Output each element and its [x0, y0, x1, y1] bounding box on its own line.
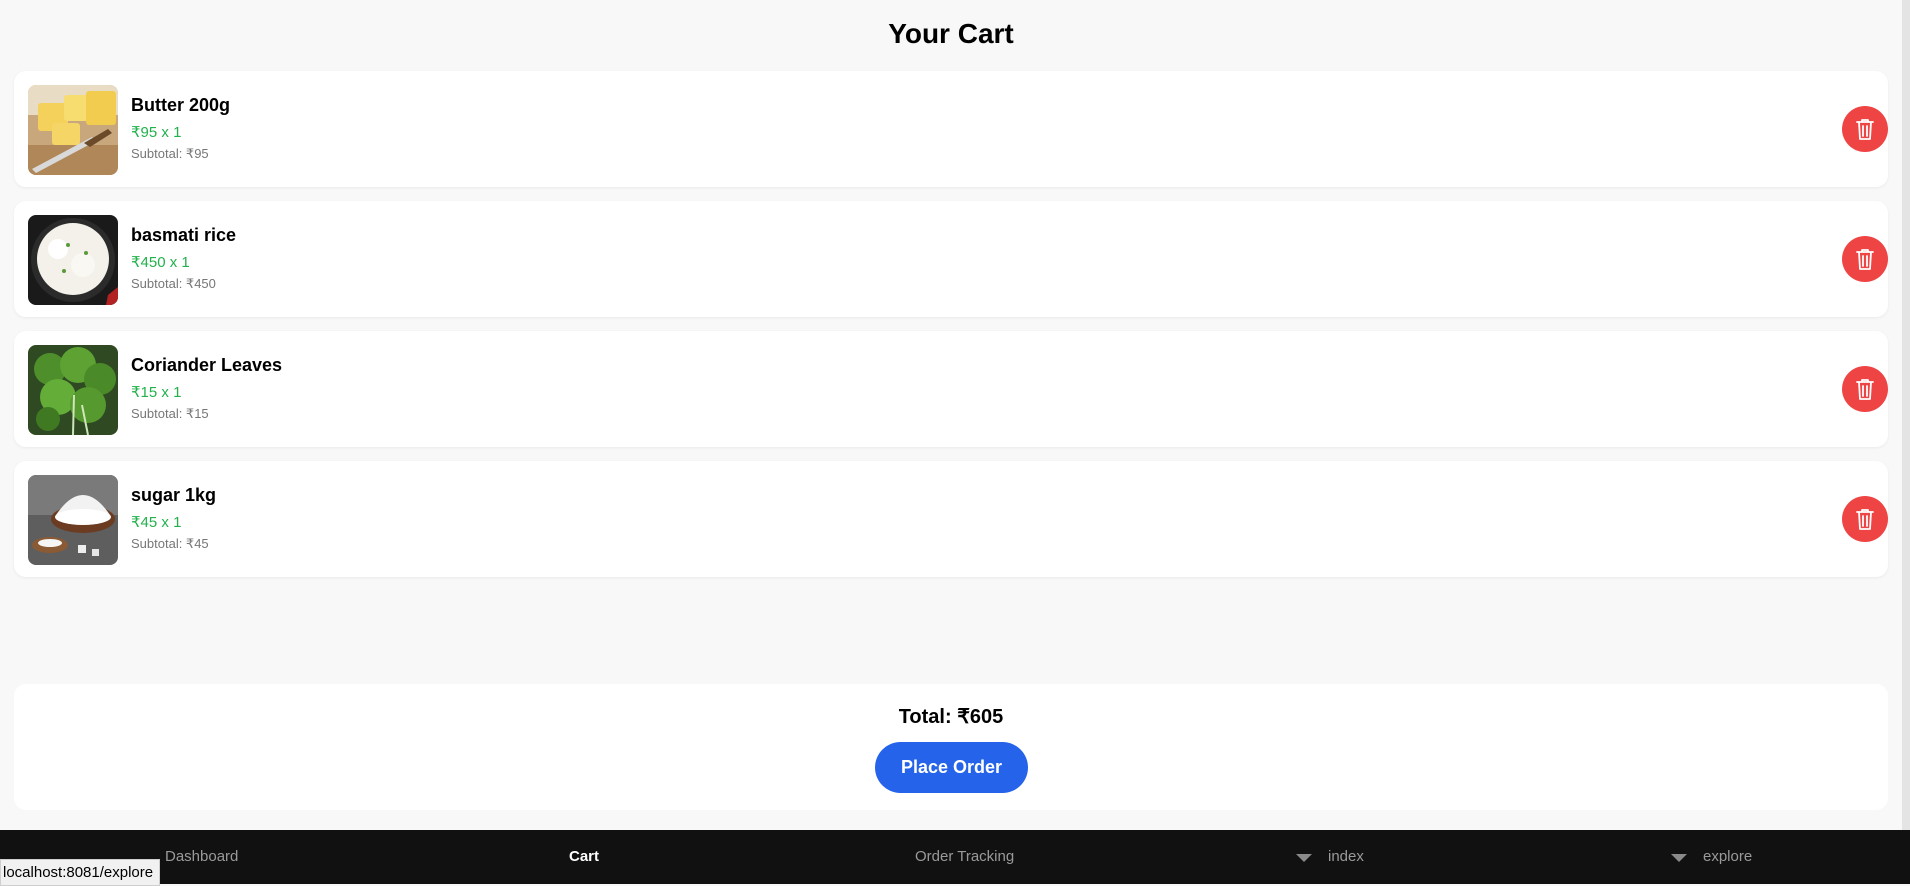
- item-subtotal: Subtotal: ₹15: [131, 406, 209, 421]
- scrollbar[interactable]: [1902, 0, 1910, 830]
- item-subtotal: Subtotal: ₹45: [131, 536, 209, 551]
- page-title: Your Cart: [888, 18, 1014, 49]
- trash-icon: [1856, 119, 1874, 140]
- item-price-qty: ₹95 x 1: [131, 124, 182, 141]
- delete-item-button[interactable]: [1842, 236, 1888, 282]
- butter-image: [28, 85, 118, 175]
- cart-list: Butter 200g ₹95 x 1 Subtotal: ₹95 basmat…: [14, 71, 1888, 591]
- item-name: Coriander Leaves: [131, 355, 283, 375]
- item-subtotal: Subtotal: ₹450: [131, 276, 216, 291]
- chevron-down-icon[interactable]: [1296, 854, 1312, 862]
- nav-item-cart[interactable]: Cart: [569, 848, 599, 865]
- trash-icon: [1856, 509, 1874, 530]
- nav-item-order-tracking[interactable]: Order Tracking: [915, 848, 1014, 865]
- place-order-button[interactable]: Place Order: [875, 742, 1028, 793]
- order-summary: Total: ₹605 Place Order: [14, 684, 1888, 810]
- nav-item-dashboard[interactable]: Dashboard: [165, 848, 238, 865]
- chevron-down-icon[interactable]: [1671, 854, 1687, 862]
- cart-item: basmati rice ₹450 x 1 Subtotal: ₹450: [14, 201, 1888, 317]
- nav-item-index[interactable]: index: [1328, 848, 1364, 865]
- item-price-qty: ₹450 x 1: [131, 254, 190, 271]
- delete-item-button[interactable]: [1842, 106, 1888, 152]
- cart-item: Butter 200g ₹95 x 1 Subtotal: ₹95: [14, 71, 1888, 187]
- nav-item-explore[interactable]: explore: [1703, 848, 1752, 865]
- rice-image: [28, 215, 118, 305]
- coriander-image: [28, 345, 118, 435]
- item-name: Butter 200g: [131, 95, 231, 115]
- cart-item: sugar 1kg ₹45 x 1 Subtotal: ₹45: [14, 461, 1888, 577]
- cart-total: Total: ₹605: [898, 706, 1004, 728]
- item-name: sugar 1kg: [131, 485, 217, 505]
- cart-item: Coriander Leaves ₹15 x 1 Subtotal: ₹15: [14, 331, 1888, 447]
- trash-icon: [1856, 249, 1874, 270]
- trash-icon: [1856, 379, 1874, 400]
- status-bar-url: localhost:8081/explore: [0, 859, 161, 886]
- item-name: basmati rice: [131, 225, 237, 245]
- item-price-qty: ₹45 x 1: [131, 514, 182, 531]
- item-subtotal: Subtotal: ₹95: [131, 146, 209, 161]
- item-price-qty: ₹15 x 1: [131, 384, 182, 401]
- sugar-image: [28, 475, 118, 565]
- bottom-nav: Dashboard Cart Order Tracking index expl…: [0, 830, 1910, 884]
- delete-item-button[interactable]: [1842, 496, 1888, 542]
- delete-item-button[interactable]: [1842, 366, 1888, 412]
